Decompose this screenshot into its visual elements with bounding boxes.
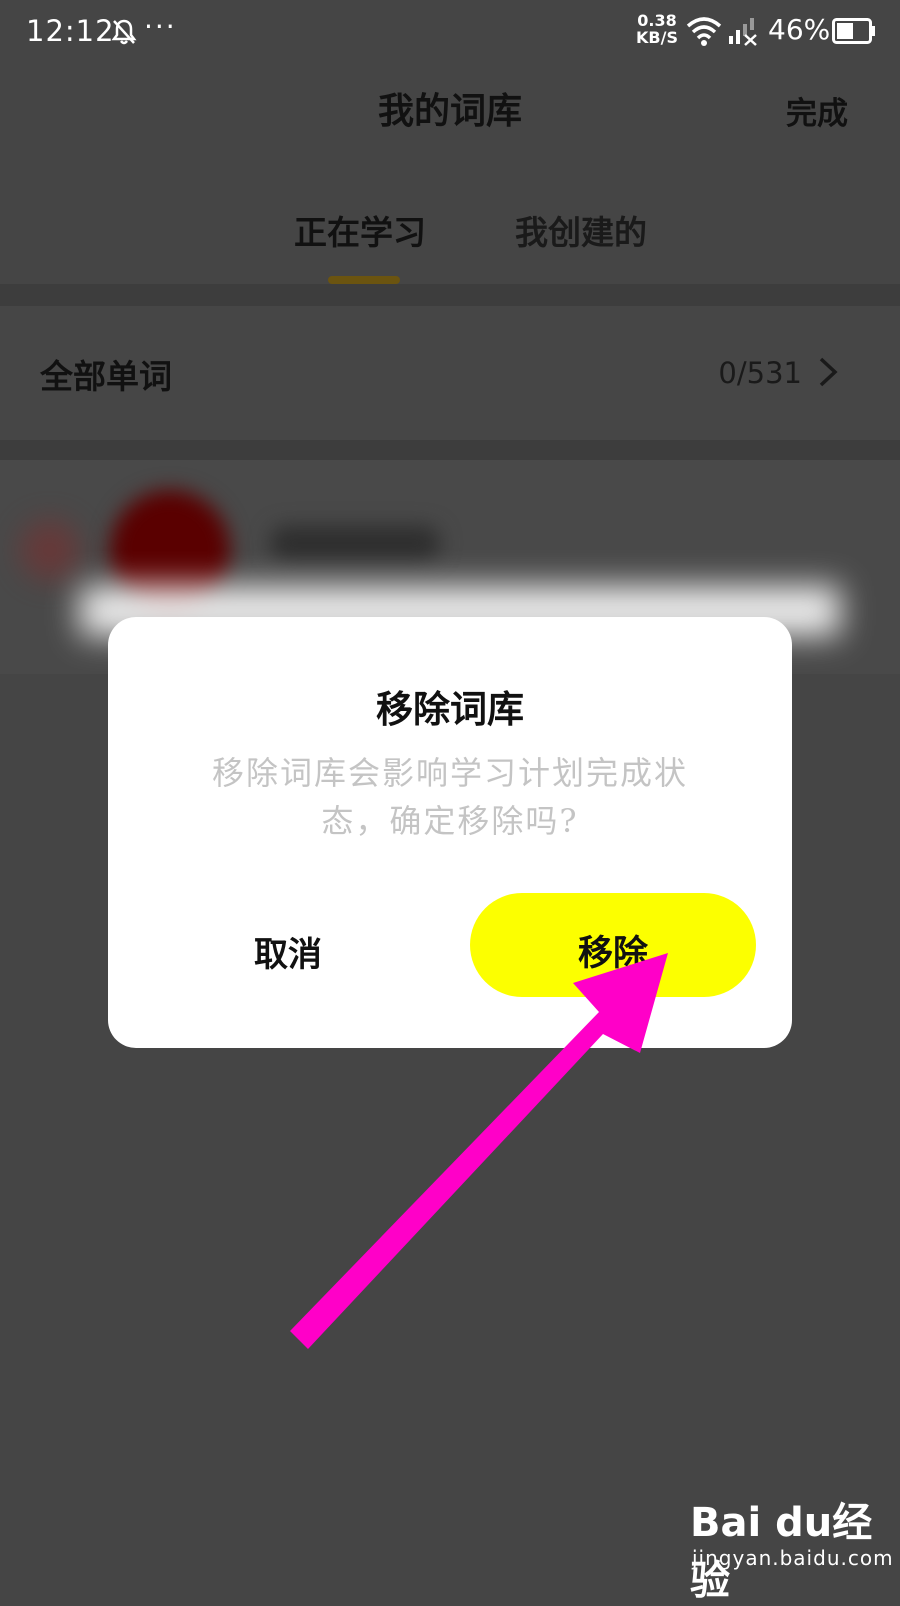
page-title: 我的词库	[377, 90, 522, 132]
done-button[interactable]: 完成	[786, 88, 848, 133]
blurred-decoration	[20, 520, 80, 580]
remove-button[interactable]: 移除	[470, 893, 756, 997]
status-time: 12:12	[26, 14, 115, 48]
tab-learning[interactable]: 正在学习	[294, 206, 426, 254]
all-words-row[interactable]: 全部单词 0/531	[0, 306, 900, 440]
remove-button-label: 移除	[577, 933, 648, 974]
tab-created-by-me[interactable]: 我创建的	[515, 206, 647, 254]
section-divider	[0, 440, 900, 460]
cancel-button[interactable]: 取消	[208, 927, 368, 987]
network-speed: 0.38 KB/S	[636, 12, 678, 46]
network-speed-unit: KB/S	[636, 28, 678, 47]
remove-wordbook-dialog: 移除词库 移除词库会影响学习计划完成状态，确定移除吗? 取消 移除	[108, 617, 792, 1048]
baidu-jingyan-watermark: Bai du经验 jingyan.baidu.com	[690, 1490, 893, 1604]
all-words-label: 全部单词	[40, 357, 172, 396]
wifi-icon	[686, 17, 722, 46]
chevron-right-icon	[819, 357, 838, 387]
active-tab-indicator	[328, 276, 400, 284]
word-count: 0/531	[718, 356, 802, 390]
dialog-title: 移除词库	[376, 687, 524, 731]
more-notifications-icon: ···	[144, 10, 177, 43]
cell-signal-icon	[729, 18, 757, 46]
network-speed-value: 0.38	[637, 11, 677, 30]
section-divider	[0, 284, 900, 306]
watermark-url: jingyan.baidu.com	[692, 1546, 894, 1570]
bell-off-icon	[111, 19, 137, 45]
battery-percent: 46%	[768, 13, 831, 46]
battery-icon	[832, 18, 875, 44]
status-bar: 12:12 ··· 0.38 KB/S 46%	[0, 0, 900, 64]
book-title-blurred	[270, 526, 440, 560]
dialog-message: 移除词库会影响学习计划完成状态，确定移除吗?	[211, 754, 688, 840]
